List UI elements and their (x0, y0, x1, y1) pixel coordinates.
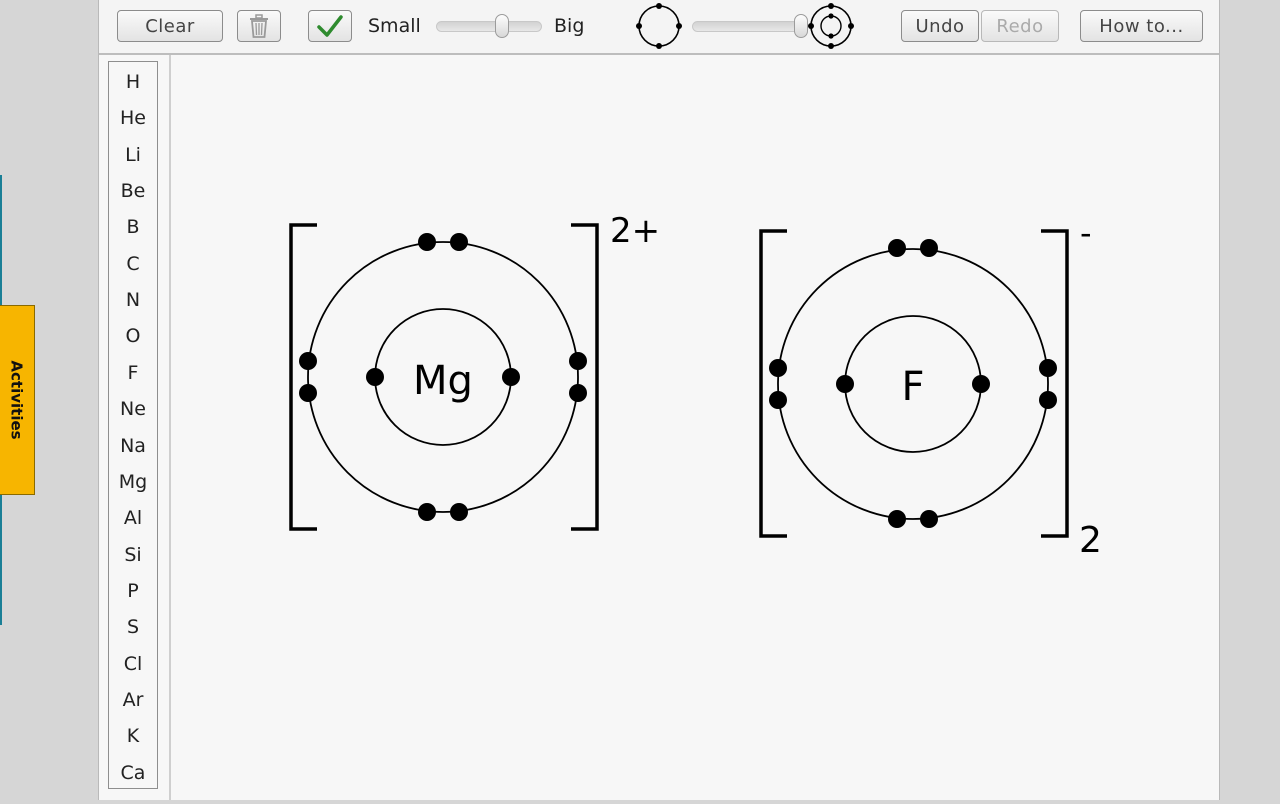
element-item[interactable]: Ca (109, 755, 157, 791)
element-symbol: Mg (413, 358, 473, 404)
delete-button[interactable] (237, 10, 281, 42)
left-bracket (759, 229, 787, 538)
element-symbol: F (901, 364, 924, 410)
element-item[interactable]: C (109, 246, 157, 282)
element-item[interactable]: Na (109, 428, 157, 464)
size-slider-thumb[interactable] (494, 14, 509, 38)
ion-diagram-mg[interactable]: Mg 2+ (289, 211, 660, 531)
element-item[interactable]: Ne (109, 391, 157, 427)
activities-tab[interactable]: Activities (0, 305, 35, 495)
element-item[interactable]: N (109, 282, 157, 318)
element-item[interactable]: Li (109, 137, 157, 173)
element-item[interactable]: B (109, 209, 157, 245)
checkmark-icon (317, 15, 343, 37)
shell-slider[interactable] (692, 21, 808, 32)
element-item[interactable]: H (109, 64, 157, 100)
right-bracket (571, 223, 599, 531)
left-bracket (289, 223, 317, 531)
undo-button[interactable]: Undo (901, 10, 979, 42)
size-small-label: Small (368, 15, 421, 37)
element-item[interactable]: Be (109, 173, 157, 209)
element-item[interactable]: P (109, 573, 157, 609)
element-item[interactable]: He (109, 100, 157, 136)
redo-button[interactable]: Redo (981, 10, 1059, 42)
ion-charge: - (1080, 214, 1092, 252)
element-item[interactable]: K (109, 718, 157, 754)
toolbar: Clear Small Big Undo Redo How to... (99, 0, 1219, 55)
two-shell-icon (808, 3, 854, 49)
right-bracket (1041, 229, 1069, 538)
ion-charge: 2+ (610, 211, 660, 251)
size-big-label: Big (554, 15, 585, 37)
drawing-canvas[interactable]: Mg 2+ F - 2 (171, 55, 1219, 800)
clear-button[interactable]: Clear (117, 10, 223, 42)
element-item[interactable]: O (109, 318, 157, 354)
element-item[interactable]: Al (109, 500, 157, 536)
element-item[interactable]: Mg (109, 464, 157, 500)
ion-count: 2 (1079, 520, 1102, 561)
show-labels-checkbox[interactable] (308, 10, 352, 42)
trash-icon (250, 14, 268, 38)
element-item[interactable]: Ar (109, 682, 157, 718)
how-to-button[interactable]: How to... (1080, 10, 1203, 42)
ion-diagram-f[interactable]: F - 2 (759, 214, 1102, 561)
element-item[interactable]: Cl (109, 646, 157, 682)
element-list: H He Li Be B C N O F Ne Na Mg Al Si P S Cl Ar K Ca (108, 61, 158, 789)
size-slider[interactable] (436, 21, 542, 32)
diagram-svg: Mg 2+ F - 2 (289, 211, 1102, 561)
app-window: Clear Small Big Undo Redo How to... H He… (98, 0, 1220, 800)
one-shell-icon (636, 3, 682, 49)
element-item[interactable]: S (109, 609, 157, 645)
activities-tab-label: Activities (8, 360, 26, 440)
element-item[interactable]: Si (109, 537, 157, 573)
element-item[interactable]: F (109, 355, 157, 391)
